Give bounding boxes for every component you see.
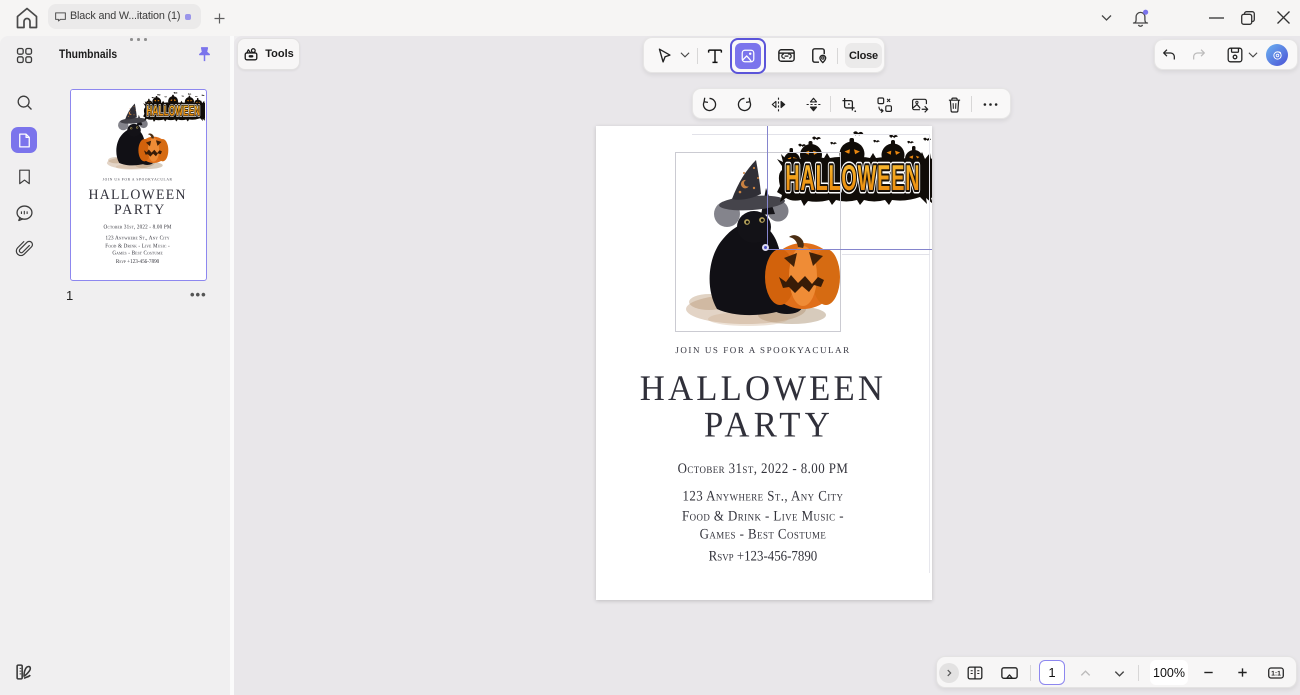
svg-text:1:1: 1:1 <box>1271 669 1281 677</box>
